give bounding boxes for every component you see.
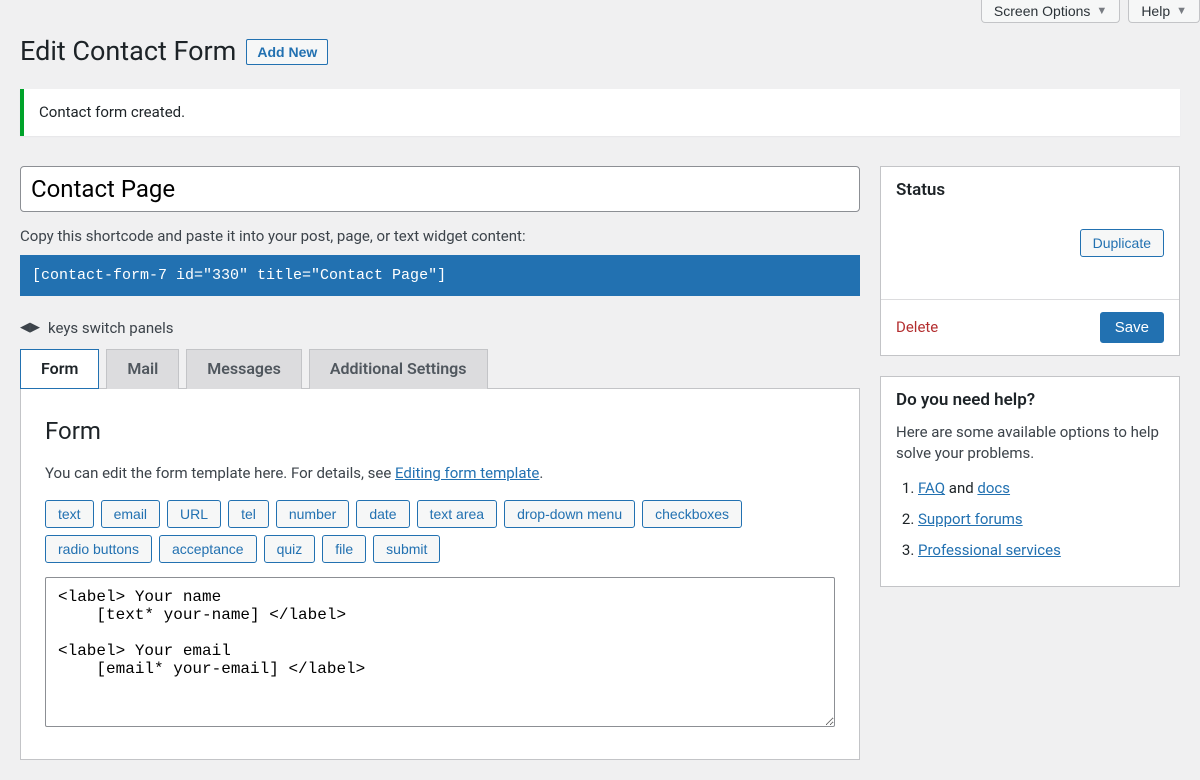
panel-tabs: Form Mail Messages Additional Settings	[20, 349, 860, 389]
tag-textarea-button[interactable]: text area	[417, 500, 497, 528]
screen-options-label: Screen Options	[994, 3, 1091, 19]
tag-email-button[interactable]: email	[101, 500, 160, 528]
help-intro: Here are some available options to help …	[896, 422, 1164, 464]
page-title: Edit Contact Form	[20, 33, 236, 71]
tag-dropdown-button[interactable]: drop-down menu	[504, 500, 635, 528]
panel-description: You can edit the form template here. For…	[45, 463, 835, 484]
tab-additional-settings[interactable]: Additional Settings	[309, 349, 488, 389]
status-title: Status	[896, 179, 1164, 203]
duplicate-button[interactable]: Duplicate	[1080, 229, 1164, 257]
tag-file-button[interactable]: file	[322, 535, 366, 563]
help-box: Do you need help? Here are some availabl…	[880, 376, 1180, 588]
editing-template-link[interactable]: Editing form template	[395, 464, 539, 482]
tab-messages[interactable]: Messages	[186, 349, 302, 389]
caret-down-icon: ▼	[1096, 5, 1107, 17]
help-button[interactable]: Help ▼	[1128, 0, 1200, 23]
success-notice: Contact form created.	[20, 89, 1180, 136]
tag-number-button[interactable]: number	[276, 500, 349, 528]
docs-link[interactable]: docs	[977, 479, 1010, 497]
tag-radio-button[interactable]: radio buttons	[45, 535, 152, 563]
professional-services-link[interactable]: Professional services	[918, 541, 1061, 559]
tag-date-button[interactable]: date	[356, 500, 409, 528]
shortcode-label: Copy this shortcode and paste it into yo…	[20, 226, 860, 247]
screen-options-button[interactable]: Screen Options ▼	[981, 0, 1120, 23]
form-title-input[interactable]	[20, 166, 860, 212]
tag-acceptance-button[interactable]: acceptance	[159, 535, 257, 563]
support-forums-link[interactable]: Support forums	[918, 510, 1023, 528]
tag-url-button[interactable]: URL	[167, 500, 221, 528]
help-title: Do you need help?	[896, 389, 1164, 413]
tag-tel-button[interactable]: tel	[228, 500, 269, 528]
help-label: Help	[1141, 3, 1170, 19]
caret-down-icon: ▼	[1176, 5, 1187, 17]
tab-mail[interactable]: Mail	[106, 349, 179, 389]
tag-quiz-button[interactable]: quiz	[264, 535, 316, 563]
help-item-support: Support forums	[918, 509, 1164, 530]
delete-link[interactable]: Delete	[896, 317, 938, 338]
form-template-textarea[interactable]: <label> Your name [text* your-name] </la…	[45, 577, 835, 727]
tag-text-button[interactable]: text	[45, 500, 94, 528]
panel-heading: Form	[45, 415, 835, 449]
form-panel: Form You can edit the form template here…	[20, 388, 860, 760]
help-item-faq: FAQ and docs	[918, 478, 1164, 499]
status-box: Status Duplicate Delete Save	[880, 166, 1180, 356]
tag-checkboxes-button[interactable]: checkboxes	[642, 500, 742, 528]
save-button[interactable]: Save	[1100, 312, 1164, 343]
keys-hint: ◀▶ keys switch panels	[20, 318, 860, 339]
tag-submit-button[interactable]: submit	[373, 535, 440, 563]
faq-link[interactable]: FAQ	[918, 479, 945, 497]
help-item-pro: Professional services	[918, 540, 1164, 561]
arrows-icon: ◀▶	[20, 319, 40, 337]
tab-form[interactable]: Form	[20, 349, 99, 389]
keys-hint-text: keys switch panels	[48, 318, 174, 339]
add-new-button[interactable]: Add New	[246, 39, 328, 65]
shortcode-value[interactable]: [contact-form-7 id="330" title="Contact …	[20, 255, 860, 296]
